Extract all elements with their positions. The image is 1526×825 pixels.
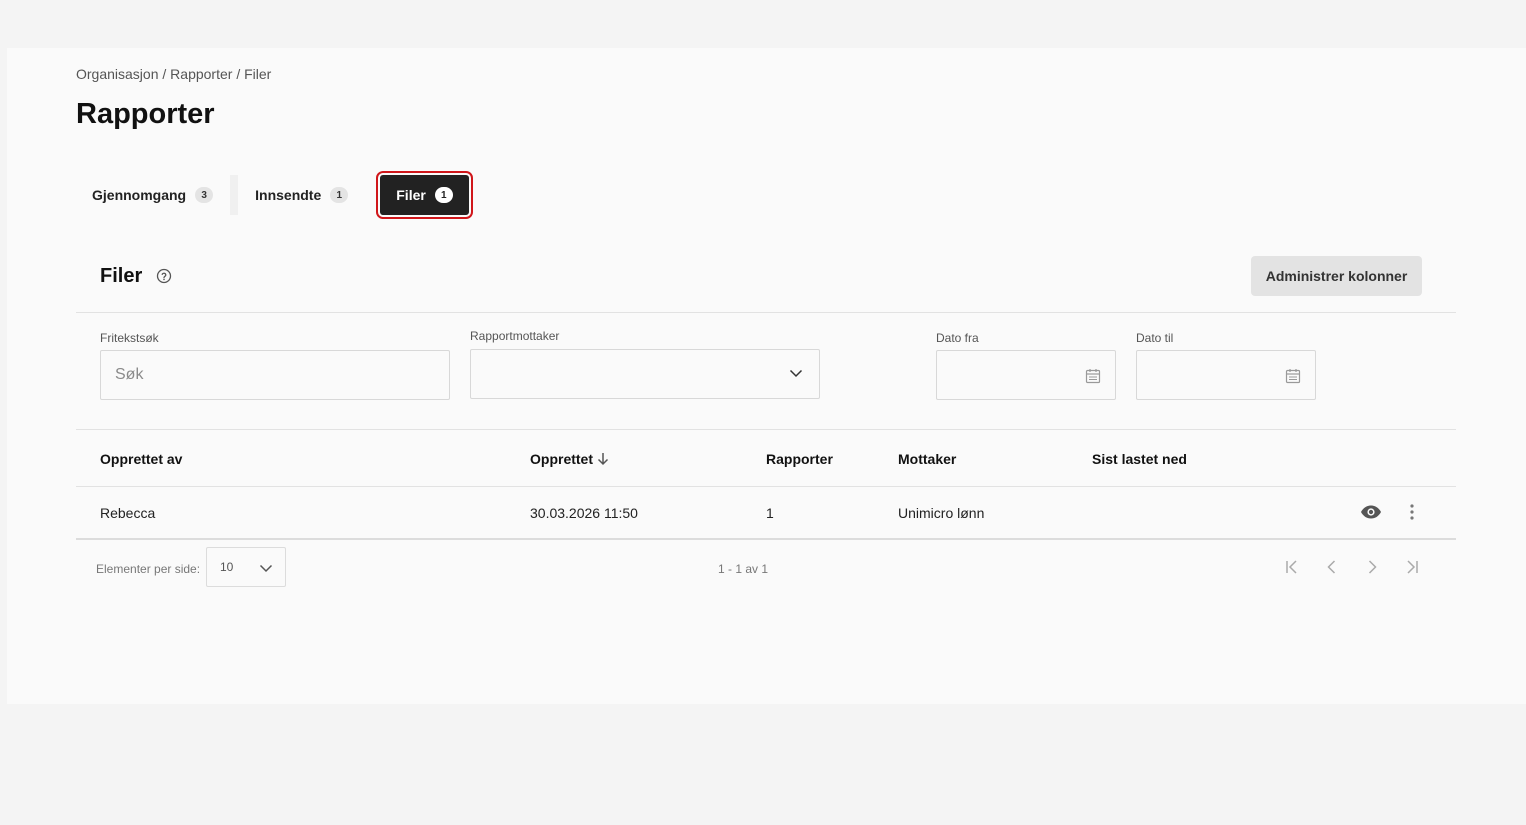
files-card: Filer Administrer kolonner Fritekstsøk S… — [76, 239, 1456, 603]
date-to-input[interactable] — [1136, 350, 1316, 400]
recipient-select[interactable] — [470, 349, 820, 399]
per-page-select[interactable]: 10 — [206, 547, 286, 587]
tab-label: Filer — [396, 187, 426, 203]
page-title: Rapporter — [76, 98, 215, 130]
eye-icon[interactable] — [1360, 503, 1382, 521]
breadcrumb-item-rapporter[interactable]: Rapporter — [170, 66, 232, 82]
per-page-label: Elementer per side: — [96, 562, 201, 576]
per-page-value: 10 — [220, 560, 234, 574]
column-header-label: Opprettet av — [100, 451, 183, 467]
cell-recipient: Unimicro lønn — [898, 505, 985, 521]
breadcrumb: Organisasjon / Rapporter / Filer — [76, 66, 271, 82]
tab-label: Gjennomgang — [92, 187, 187, 203]
page-range: 1 - 1 av 1 — [718, 562, 769, 576]
tab-divider — [230, 175, 239, 215]
column-header-recipient[interactable]: Mottaker — [898, 451, 956, 467]
manage-columns-button[interactable]: Administrer kolonner — [1251, 256, 1422, 296]
tab-count-badge: 1 — [434, 187, 453, 203]
last-page-icon[interactable] — [1404, 559, 1420, 575]
recipient-label: Rapportmottaker — [470, 329, 560, 343]
cell-created-by: Rebecca — [100, 505, 156, 521]
breadcrumb-item-organisasjon[interactable]: Organisasjon — [76, 66, 159, 82]
card-header: Filer Administrer kolonner — [76, 239, 1456, 313]
column-header-label: Opprettet — [530, 451, 593, 467]
cell-reports: 1 — [766, 505, 774, 521]
chevron-down-icon — [259, 564, 273, 573]
more-vertical-icon[interactable] — [1406, 503, 1418, 521]
page: Organisasjon / Rapporter / Filer Rapport… — [7, 48, 1526, 704]
table-top-divider — [76, 429, 1456, 430]
column-header-created[interactable]: Opprettet — [530, 451, 609, 467]
breadcrumb-separator: / — [232, 66, 245, 82]
column-header-last-downloaded[interactable]: Sist lastet ned — [1092, 451, 1187, 467]
column-header-label: Mottaker — [898, 451, 957, 467]
calendar-icon[interactable] — [1085, 368, 1101, 384]
sort-arrow-down-icon — [597, 453, 609, 466]
cell-created: 30.03.2026 11:50 — [530, 505, 638, 521]
chevron-down-icon — [789, 369, 803, 378]
column-header-label: Sist lastet ned — [1092, 451, 1187, 467]
tab-filer[interactable]: Filer 1 — [376, 171, 473, 219]
question-circle-icon[interactable] — [156, 268, 172, 284]
date-to-label: Dato til — [1136, 331, 1174, 345]
tab-bar: Gjennomgang 3 Innsendte 1 Filer 1 — [76, 171, 473, 219]
breadcrumb-separator: / — [158, 66, 171, 82]
search-input[interactable]: Søk — [100, 350, 450, 400]
search-placeholder: Søk — [115, 366, 144, 383]
tab-gjennomgang[interactable]: Gjennomgang 3 — [76, 175, 229, 215]
breadcrumb-item-filer: Filer — [244, 66, 272, 82]
column-header-reports[interactable]: Rapporter — [766, 451, 833, 467]
column-header-created-by[interactable]: Opprettet av — [100, 451, 182, 467]
first-page-icon[interactable] — [1284, 559, 1300, 575]
date-from-input[interactable] — [936, 350, 1116, 400]
tab-innsendte[interactable]: Innsendte 1 — [239, 175, 364, 215]
tab-label: Innsendte — [255, 187, 322, 203]
calendar-icon[interactable] — [1285, 368, 1301, 384]
tab-count-badge: 1 — [330, 187, 349, 203]
next-page-icon[interactable] — [1364, 559, 1380, 575]
search-label: Fritekstsøk — [100, 331, 159, 345]
date-from-label: Dato fra — [936, 331, 979, 345]
column-header-label: Rapporter — [766, 451, 833, 467]
card-title: Filer — [100, 265, 143, 287]
tab-count-badge: 3 — [195, 187, 214, 203]
previous-page-icon[interactable] — [1324, 559, 1340, 575]
row-divider — [76, 538, 1456, 540]
header-divider — [76, 486, 1456, 487]
